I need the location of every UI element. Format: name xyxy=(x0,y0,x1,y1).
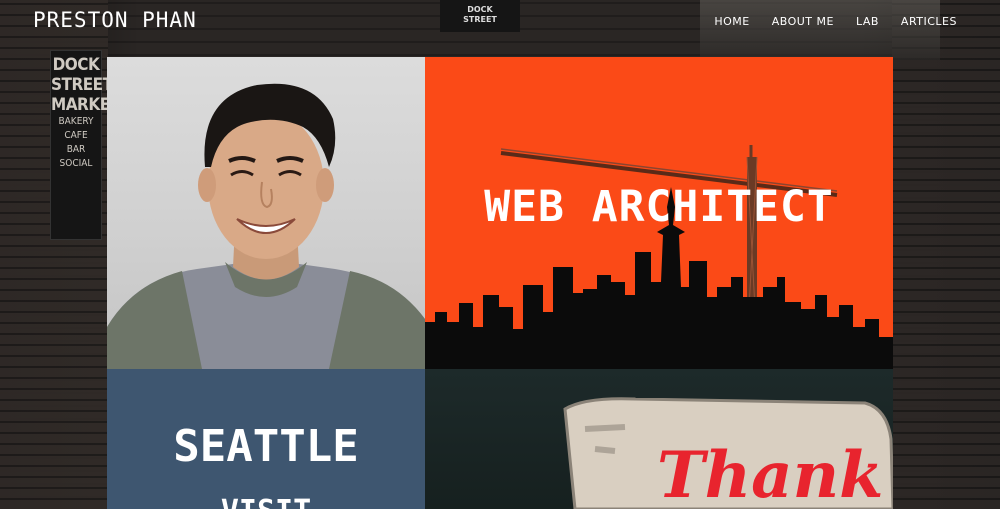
site-header: PRESTON PHAN HOME ABOUT ME LAB ARTICLES xyxy=(0,0,1000,46)
sign-line: MARKET xyxy=(51,95,120,115)
seattle-title: SEATTLE xyxy=(173,421,359,472)
sign-line: CAFE xyxy=(64,130,88,141)
neon-sign-text: Thank xyxy=(657,438,884,509)
sign-line: STREET xyxy=(51,75,113,95)
right-brick-wall xyxy=(892,0,1000,509)
sign-line: SOCIAL xyxy=(59,158,93,169)
web-architect-title: WEB ARCHITECT xyxy=(484,182,834,232)
portrait-image xyxy=(107,83,425,369)
sign-line: BAKERY xyxy=(58,116,94,127)
main-nav: HOME ABOUT ME LAB ARTICLES xyxy=(714,15,957,28)
sign-line: BAR xyxy=(66,144,86,155)
web-architect-tile[interactable]: WEB ARCHITECT xyxy=(425,57,893,369)
nav-home[interactable]: HOME xyxy=(714,15,749,28)
sign-line: DOCK xyxy=(52,55,100,75)
dock-street-market-sign: DOCK STREET MARKET BAKERY CAFE BAR SOCIA… xyxy=(50,50,120,240)
nav-about-me[interactable]: ABOUT ME xyxy=(772,15,834,28)
seattle-subtitle: VISIT xyxy=(107,494,425,509)
neon-sign-image: Thank xyxy=(563,397,893,509)
portrait-tile xyxy=(107,57,425,369)
neon-sign-tile[interactable]: Thank xyxy=(425,369,893,509)
nav-lab[interactable]: LAB xyxy=(856,15,879,28)
site-logo[interactable]: PRESTON PHAN xyxy=(33,8,197,32)
nav-articles[interactable]: ARTICLES xyxy=(901,15,957,28)
seattle-tile[interactable]: SEATTLE VISIT xyxy=(107,369,425,509)
